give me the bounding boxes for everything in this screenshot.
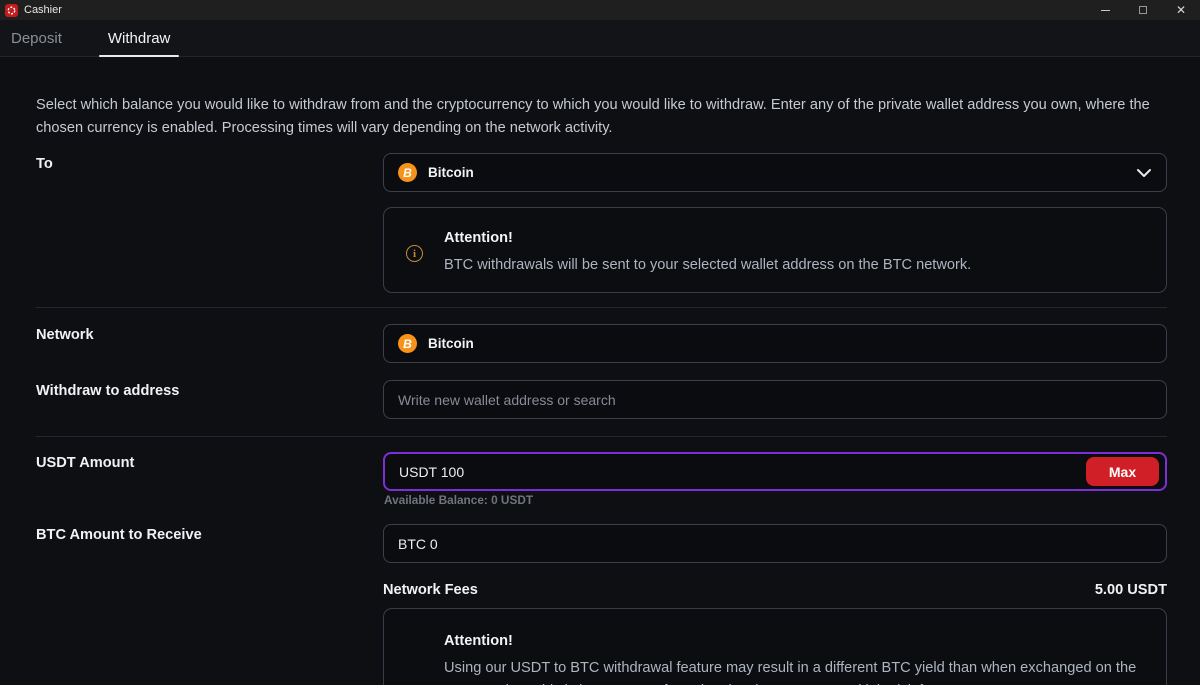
withdraw-address-label: Withdraw to address <box>36 383 179 399</box>
network-label: Network <box>36 327 94 343</box>
max-button[interactable]: Max <box>1086 457 1159 486</box>
available-balance: Available Balance: 0 USDT <box>384 493 533 507</box>
btc-receive-input[interactable] <box>398 525 1152 562</box>
chevron-down-icon <box>1136 168 1152 178</box>
info-icon: i <box>406 245 423 262</box>
usdt-amount-field: Max <box>383 452 1167 491</box>
withdraw-address-input[interactable] <box>398 381 1152 418</box>
usdt-amount-input[interactable] <box>399 454 1086 489</box>
usdt-amount-label: USDT Amount <box>36 455 134 471</box>
close-icon: ✕ <box>1176 3 1186 17</box>
bitcoin-icon: B <box>398 334 417 353</box>
section-divider <box>36 307 1167 308</box>
maximize-icon <box>1139 6 1147 14</box>
attention-title: Attention! <box>444 633 1144 649</box>
tab-bar: Deposit Withdraw <box>0 20 1200 57</box>
attention-body: BTC withdrawals will be sent to your sel… <box>444 254 971 277</box>
network-fees-value: 5.00 USDT <box>1095 582 1167 598</box>
title-bar: Cashier ✕ <box>0 0 1200 20</box>
network-select[interactable]: B Bitcoin <box>383 324 1167 363</box>
withdraw-description: Select which balance you would like to w… <box>36 94 1166 140</box>
maximize-button[interactable] <box>1124 0 1162 20</box>
tab-deposit[interactable]: Deposit <box>2 20 71 57</box>
withdraw-address-field <box>383 380 1167 419</box>
minimize-icon <box>1101 10 1110 11</box>
section-divider <box>36 436 1167 437</box>
cashier-window: Cashier ✕ Deposit Withdraw Select which … <box>0 0 1200 685</box>
tab-withdraw[interactable]: Withdraw <box>99 20 180 57</box>
attention-box-yield-notice: i Attention! Using our USDT to BTC withd… <box>383 608 1167 685</box>
network-fees-row: Network Fees 5.00 USDT <box>383 582 1167 598</box>
window-title: Cashier <box>24 4 62 16</box>
attention-box-network-notice: i Attention! BTC withdrawals will be sen… <box>383 207 1167 293</box>
to-label: To <box>36 156 53 172</box>
bitcoin-icon: B <box>398 163 417 182</box>
window-controls: ✕ <box>1086 0 1200 20</box>
app-logo-icon <box>5 4 18 17</box>
btc-receive-field <box>383 524 1167 563</box>
close-button[interactable]: ✕ <box>1162 0 1200 20</box>
to-currency-select[interactable]: B Bitcoin <box>383 153 1167 192</box>
attention-title: Attention! <box>444 230 971 246</box>
network-value: Bitcoin <box>428 336 474 351</box>
btc-receive-label: BTC Amount to Receive <box>36 527 202 543</box>
network-fees-label: Network Fees <box>383 582 478 598</box>
minimize-button[interactable] <box>1086 0 1124 20</box>
attention-body: Using our USDT to BTC withdrawal feature… <box>444 657 1144 685</box>
to-currency-value: Bitcoin <box>428 165 474 180</box>
